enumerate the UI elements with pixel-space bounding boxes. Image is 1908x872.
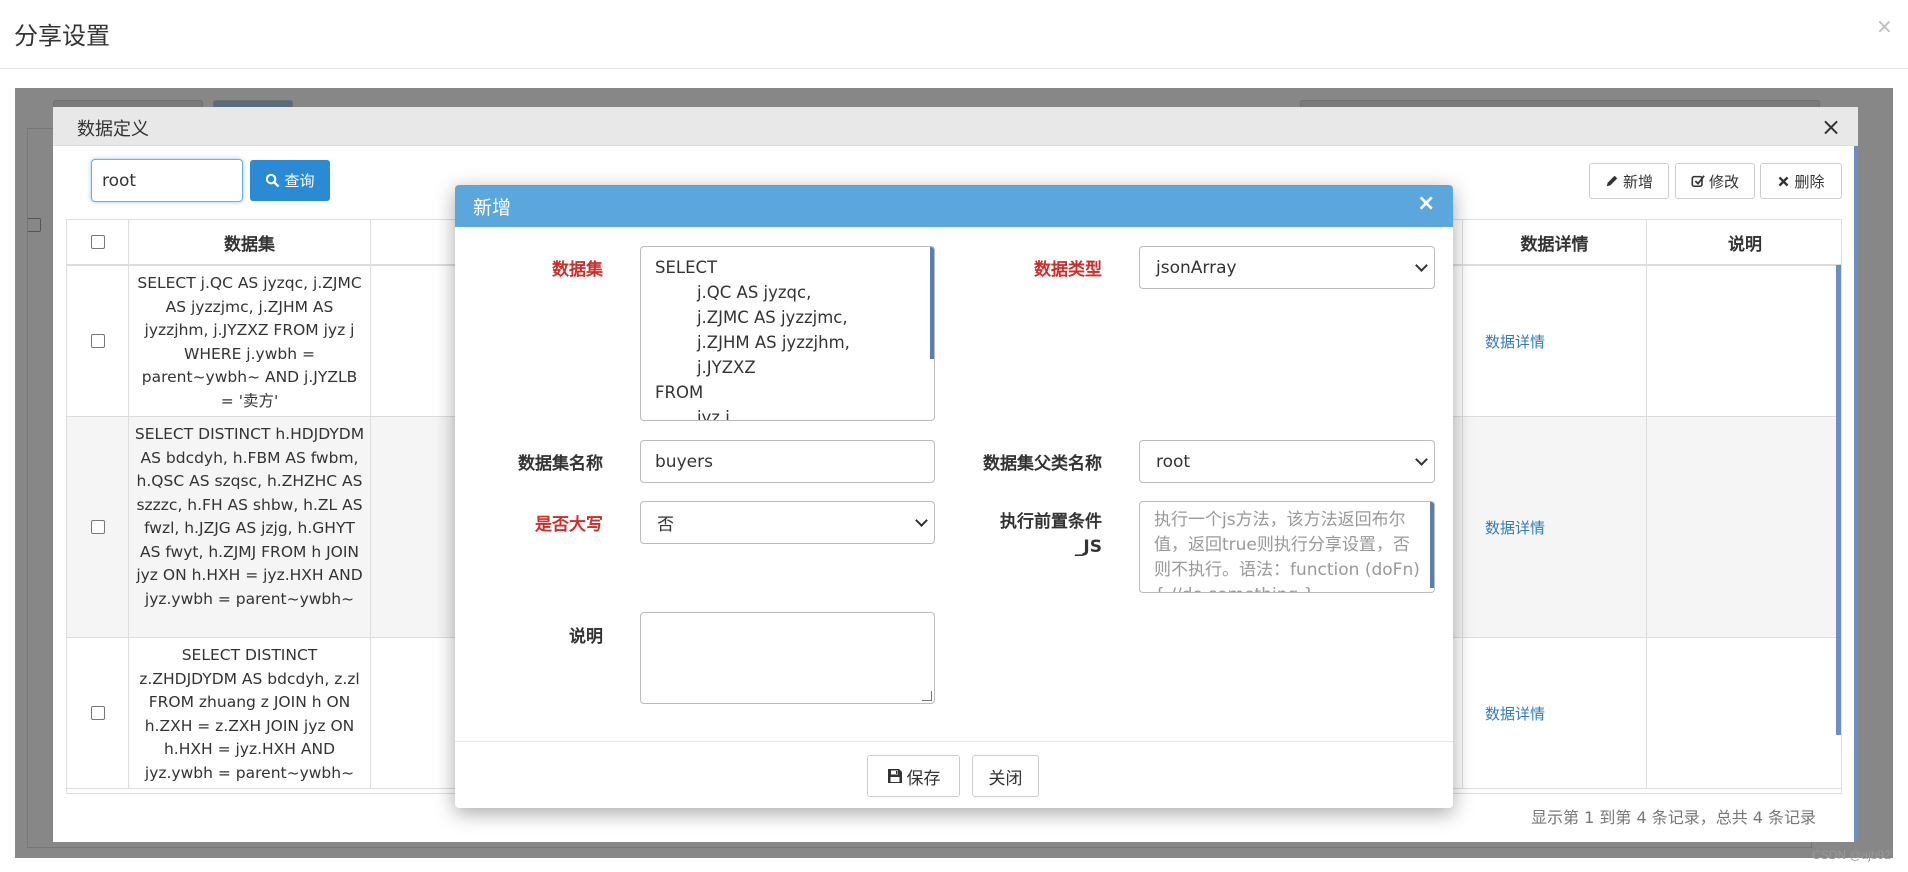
save-label: 保存 bbox=[906, 768, 941, 789]
query-button[interactable]: 查询 bbox=[250, 160, 330, 201]
dataset-sql-textarea[interactable]: SELECT j.QC AS jyzqc, j.ZJMC AS jyzzjmc,… bbox=[640, 246, 935, 421]
times-icon bbox=[1779, 176, 1789, 186]
sql-line: j.QC AS jyzqc, bbox=[655, 283, 812, 302]
select-all-checkbox[interactable] bbox=[90, 235, 105, 249]
textarea-scrollbar[interactable] bbox=[930, 247, 934, 359]
page-title: 分享设置 bbox=[14, 22, 110, 50]
dataset-name-input[interactable]: buyers bbox=[640, 440, 935, 483]
modal-scrollbar[interactable] bbox=[1854, 146, 1858, 842]
add-modal: 新增 × 数据集 SELECT j.QC AS jyzqc, j.ZJMC AS… bbox=[455, 185, 1453, 808]
row-checkbox[interactable] bbox=[90, 334, 105, 348]
save-button[interactable]: 保存 bbox=[867, 755, 960, 797]
resize-handle-icon[interactable] bbox=[922, 691, 932, 701]
pre-condition-label-line2: _JS bbox=[1074, 537, 1102, 557]
page-close-icon[interactable]: × bbox=[1876, 14, 1893, 38]
uppercase-select[interactable]: 否 bbox=[640, 501, 935, 544]
sql-cell: SELECT DISTINCT z.ZHDJDYDM AS bdcdyh, z.… bbox=[129, 638, 371, 788]
header-checkbox-cell bbox=[67, 220, 129, 266]
uppercase-value: 否 bbox=[657, 515, 674, 535]
add-button[interactable]: 新增 bbox=[1589, 163, 1669, 199]
sql-line: jyz j bbox=[655, 408, 730, 421]
detail-link[interactable]: 数据详情 bbox=[1485, 703, 1545, 724]
pre-condition-js-textarea[interactable]: 执行一个js方法，该方法返回布尔值，返回true则执行分享设置，否则不执行。语法… bbox=[1139, 501, 1435, 593]
sql-cell: SELECT j.QC AS jyzqc, j.ZJMC AS jyzzjmc,… bbox=[129, 266, 371, 416]
edit-button[interactable]: 修改 bbox=[1675, 163, 1755, 199]
add-label: 新增 bbox=[1622, 172, 1653, 191]
detail-link[interactable]: 数据详情 bbox=[1485, 331, 1545, 352]
close-icon[interactable]: × bbox=[1821, 113, 1841, 141]
record-count: 显示第 1 到第 4 条记录，总共 4 条记录 bbox=[1531, 808, 1817, 827]
column-header[interactable]: 说明 bbox=[1647, 220, 1841, 266]
uppercase-label: 是否大写 bbox=[535, 515, 603, 535]
modal-title: 新增 bbox=[473, 197, 512, 219]
edit-check-icon bbox=[1691, 175, 1705, 188]
sql-cell: SELECT DISTINCT h.HDJDYDM AS bdcdyh, h.F… bbox=[129, 417, 371, 637]
pre-condition-label: 执行前置条件 _JS bbox=[935, 510, 1102, 560]
sql-line: j.ZJMC AS jyzzjmc, bbox=[655, 308, 848, 327]
delete-button[interactable]: 删除 bbox=[1760, 163, 1842, 199]
row-checkbox[interactable] bbox=[90, 706, 105, 720]
modal-header: 数据定义 × bbox=[53, 107, 1858, 146]
sql-line: FROM bbox=[655, 383, 704, 402]
description-label: 说明 bbox=[569, 627, 603, 647]
description-cell bbox=[1647, 417, 1841, 637]
description-cell bbox=[1647, 266, 1841, 416]
pencil-icon bbox=[1606, 175, 1618, 187]
close-button[interactable]: 关闭 bbox=[972, 755, 1039, 797]
js-placeholder: 执行一个js方法，该方法返回布尔值，返回true则执行分享设置，否则不执行。语法… bbox=[1154, 510, 1420, 592]
delete-label: 删除 bbox=[1794, 172, 1825, 191]
data-type-select[interactable]: jsonArray bbox=[1139, 246, 1435, 289]
dataset-name-label: 数据集名称 bbox=[518, 454, 603, 474]
textarea-scrollbar[interactable] bbox=[1430, 502, 1434, 588]
watermark: CSDN @ajb92 bbox=[1812, 848, 1891, 862]
floppy-disk-icon bbox=[887, 769, 902, 783]
sql-line: j.JYZXZ bbox=[655, 358, 756, 377]
data-type-label: 数据类型 bbox=[1034, 260, 1102, 280]
footer-divider bbox=[455, 741, 1453, 742]
parent-name-select[interactable]: root bbox=[1139, 440, 1435, 483]
detail-link[interactable]: 数据详情 bbox=[1485, 517, 1545, 538]
pre-condition-label-line1: 执行前置条件 bbox=[1000, 512, 1102, 532]
sql-line: SELECT bbox=[655, 258, 718, 277]
close-icon[interactable]: × bbox=[1417, 191, 1435, 216]
table-scrollbar[interactable] bbox=[1836, 265, 1841, 735]
search-icon bbox=[266, 173, 280, 188]
chevron-down-icon bbox=[1415, 453, 1428, 466]
search-input[interactable]: root bbox=[91, 159, 243, 202]
parent-name-label: 数据集父类名称 bbox=[983, 454, 1102, 474]
row-checkbox[interactable] bbox=[90, 520, 105, 534]
data-type-value: jsonArray bbox=[1156, 257, 1237, 278]
parent-name-value: root bbox=[1156, 451, 1191, 472]
column-header[interactable]: 数据详情 bbox=[1463, 220, 1647, 266]
chevron-down-icon bbox=[1415, 259, 1428, 272]
edit-label: 修改 bbox=[1708, 172, 1739, 191]
dataset-label: 数据集 bbox=[552, 260, 603, 280]
header-divider bbox=[0, 68, 1908, 69]
chevron-down-icon bbox=[915, 514, 928, 527]
sql-line: j.ZJHM AS jyzzjhm, bbox=[655, 333, 850, 352]
modal-header: 新增 × bbox=[455, 185, 1453, 227]
description-textarea[interactable] bbox=[640, 612, 935, 704]
query-label: 查询 bbox=[284, 172, 315, 190]
modal-title: 数据定义 bbox=[77, 119, 149, 140]
column-header[interactable]: 数据集 bbox=[129, 220, 371, 266]
description-cell bbox=[1647, 638, 1841, 788]
